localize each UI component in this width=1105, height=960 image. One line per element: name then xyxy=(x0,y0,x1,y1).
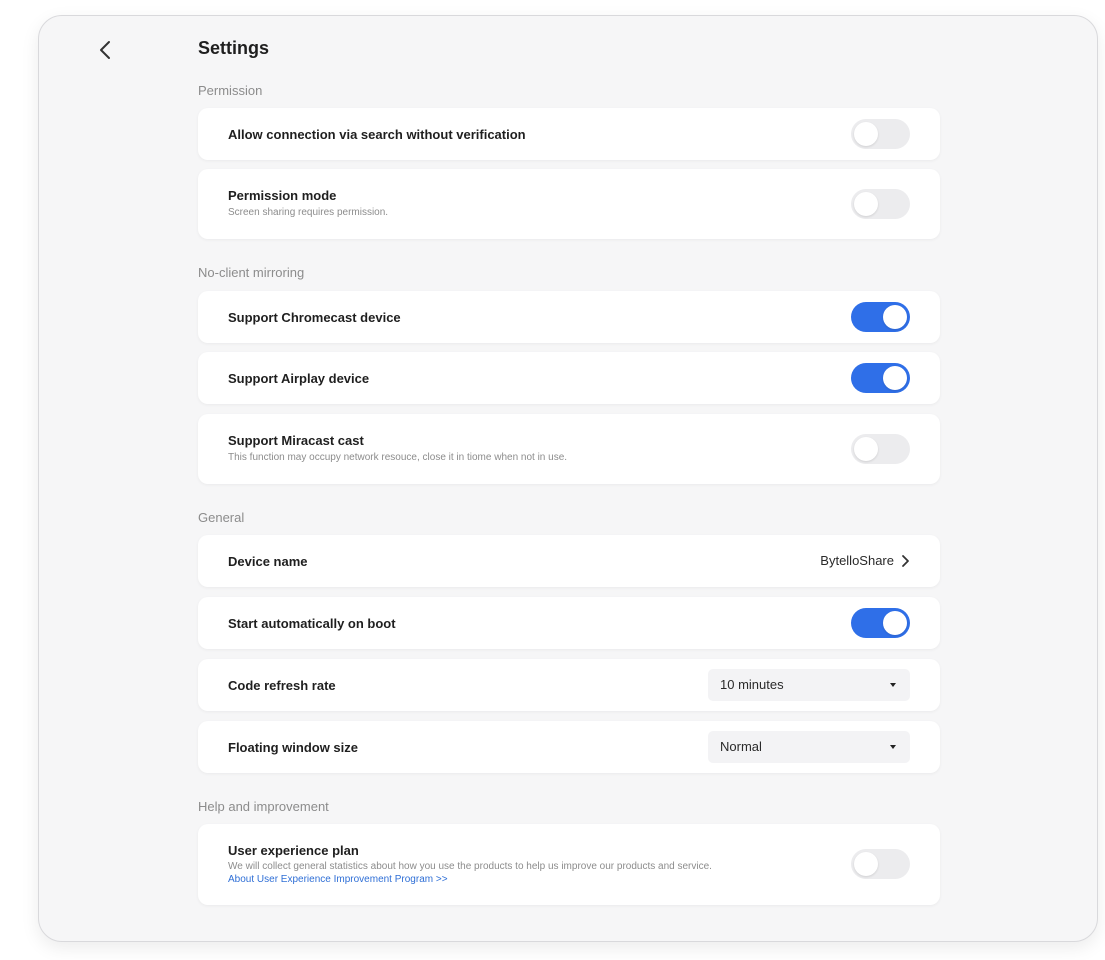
setting-label: Support Chromecast device xyxy=(228,310,401,325)
setting-label: Device name xyxy=(228,554,308,569)
user-experience-toggle[interactable] xyxy=(851,849,910,879)
code-refresh-select[interactable]: 10 minutes xyxy=(708,669,910,701)
device-name-value: BytelloShare xyxy=(820,553,894,568)
setting-label: Floating window size xyxy=(228,740,358,755)
device-name-value-button[interactable]: BytelloShare xyxy=(820,553,910,568)
setting-row-auto-start: Start automatically on boot xyxy=(198,597,940,649)
setting-row-code-refresh: Code refresh rate 10 minutes xyxy=(198,659,940,711)
permission-mode-toggle[interactable] xyxy=(851,189,910,219)
section-title-help: Help and improvement xyxy=(198,799,329,814)
back-button[interactable] xyxy=(94,38,118,62)
setting-row-allow-connection: Allow connection via search without veri… xyxy=(198,108,940,160)
toggle-knob xyxy=(854,852,878,876)
airplay-toggle[interactable] xyxy=(851,363,910,393)
setting-row-device-name[interactable]: Device name BytelloShare xyxy=(198,535,940,587)
setting-label: Start automatically on boot xyxy=(228,616,396,631)
setting-row-floating-window: Floating window size Normal xyxy=(198,721,940,773)
select-value: Normal xyxy=(720,739,762,754)
setting-description: This function may occupy network resouce… xyxy=(228,452,568,463)
miracast-toggle[interactable] xyxy=(851,434,910,464)
settings-window: Settings Permission Allow connection via… xyxy=(38,15,1098,942)
setting-description: Screen sharing requires permission. xyxy=(228,207,389,218)
caret-down-icon xyxy=(890,683,896,687)
chevron-right-icon xyxy=(902,554,909,567)
toggle-knob xyxy=(883,305,907,329)
setting-label: Code refresh rate xyxy=(228,678,336,693)
setting-row-user-experience: User experience plan We will collect gen… xyxy=(198,824,940,905)
select-value: 10 minutes xyxy=(720,677,784,692)
setting-label: Allow connection via search without veri… xyxy=(228,127,526,142)
setting-label: User experience plan xyxy=(228,843,359,858)
setting-row-permission-mode: Permission mode Screen sharing requires … xyxy=(198,169,940,239)
toggle-knob xyxy=(854,437,878,461)
setting-row-miracast: Support Miracast cast This function may … xyxy=(198,414,940,484)
toggle-knob xyxy=(883,366,907,390)
floating-window-select[interactable]: Normal xyxy=(708,731,910,763)
user-experience-program-link[interactable]: About User Experience Improvement Progra… xyxy=(228,874,448,885)
allow-connection-toggle[interactable] xyxy=(851,119,910,149)
setting-row-chromecast: Support Chromecast device xyxy=(198,291,940,343)
setting-label: Support Airplay device xyxy=(228,371,370,386)
toggle-knob xyxy=(854,122,878,146)
chromecast-toggle[interactable] xyxy=(851,302,910,332)
toggle-knob xyxy=(854,192,878,216)
caret-down-icon xyxy=(890,745,896,749)
section-title-mirroring: No-client mirroring xyxy=(198,265,305,280)
setting-row-airplay: Support Airplay device xyxy=(198,352,940,404)
setting-description: We will collect general statistics about… xyxy=(228,861,712,872)
section-title-permission: Permission xyxy=(198,83,263,98)
section-title-general: General xyxy=(198,510,245,525)
setting-label: Permission mode xyxy=(228,188,337,203)
toggle-knob xyxy=(883,611,907,635)
setting-label: Support Miracast cast xyxy=(228,433,364,448)
page-title: Settings xyxy=(198,38,270,58)
auto-start-toggle[interactable] xyxy=(851,608,910,638)
chevron-left-icon xyxy=(100,41,110,59)
